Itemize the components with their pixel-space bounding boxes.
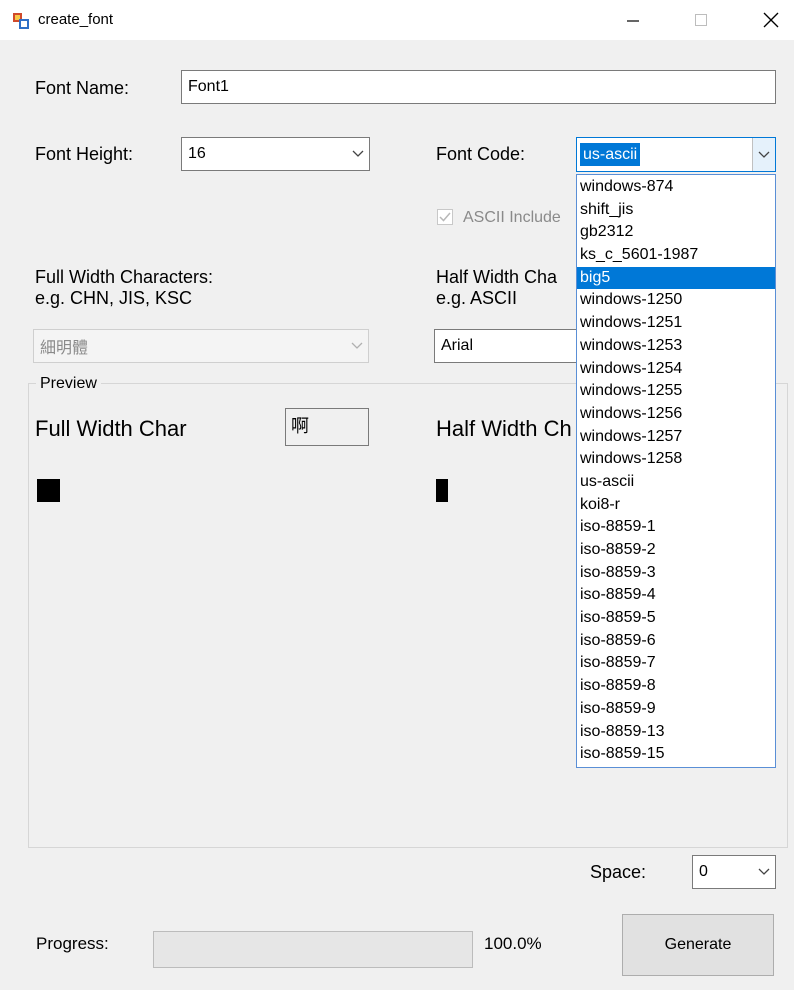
font-code-option[interactable]: windows-1255 [577, 380, 775, 403]
font-code-select[interactable]: us-ascii [576, 137, 776, 172]
chevron-down-icon [752, 138, 775, 171]
generate-button[interactable]: Generate [622, 914, 774, 976]
preview-group-title: Preview [36, 375, 101, 393]
chevron-down-icon [346, 330, 368, 362]
full-width-rendered-glyph [37, 479, 60, 502]
font-code-option[interactable]: iso-8859-5 [577, 607, 775, 630]
half-width-preview-label: Half Width Ch [436, 416, 572, 441]
font-code-option[interactable]: iso-8859-3 [577, 562, 775, 585]
half-width-label-line1: Half Width Cha [436, 267, 558, 287]
full-width-font-select[interactable]: 細明體 [33, 329, 369, 363]
font-code-option[interactable]: iso-8859-7 [577, 652, 775, 675]
font-code-option[interactable]: windows-1254 [577, 358, 775, 381]
half-width-label: Half Width Cha e.g. ASCII [436, 267, 557, 309]
chevron-down-icon [753, 856, 775, 888]
progress-bar [153, 931, 473, 968]
font-code-option[interactable]: koi8-r [577, 494, 775, 517]
font-code-option[interactable]: windows-1253 [577, 335, 775, 358]
font-code-option[interactable]: big5 [577, 266, 775, 290]
font-code-option[interactable]: windows-1250 [577, 289, 775, 312]
close-button[interactable] [748, 0, 794, 40]
app-icon [13, 13, 29, 29]
half-width-font-value: Arial [441, 337, 474, 354]
font-code-option[interactable]: windows-1256 [577, 403, 775, 426]
font-name-value: Font1 [188, 78, 229, 95]
font-height-select[interactable]: 16 [181, 137, 370, 171]
progress-percent: 100.0% [484, 934, 542, 953]
font-code-option[interactable]: iso-8859-1 [577, 516, 775, 539]
font-code-option[interactable]: gb2312 [577, 221, 775, 244]
font-code-option[interactable]: iso-8859-8 [577, 675, 775, 698]
create-font-window: create_font Font Name: Font1 Font Height… [0, 0, 794, 990]
half-width-rendered-glyph [436, 479, 448, 502]
half-width-font-select[interactable]: Arial [434, 329, 594, 363]
maximize-button[interactable] [678, 0, 724, 40]
ascii-include-label: ASCII Include [463, 209, 561, 226]
font-code-option[interactable]: windows-1251 [577, 312, 775, 335]
full-width-sample-box[interactable]: 啊 [285, 408, 369, 446]
font-code-option[interactable]: iso-8859-9 [577, 698, 775, 721]
font-code-option[interactable]: iso-8859-4 [577, 584, 775, 607]
window-title: create_font [38, 11, 114, 28]
font-code-option[interactable]: iso-8859-2 [577, 539, 775, 562]
half-width-label-line2: e.g. ASCII [436, 288, 518, 308]
full-width-label: Full Width Characters: e.g. CHN, JIS, KS… [35, 267, 213, 309]
font-code-option[interactable]: iso-8859-6 [577, 630, 775, 653]
progress-label: Progress: [36, 934, 109, 953]
minimize-icon [627, 20, 639, 22]
space-label: Space: [590, 862, 647, 882]
full-width-font-value: 細明體 [40, 340, 89, 357]
chevron-down-icon [347, 138, 369, 170]
full-width-label-line2: e.g. CHN, JIS, KSC [35, 288, 193, 308]
font-code-dropdown-list[interactable]: windows-874 shift_jis gb2312 ks_c_5601-1987… [576, 174, 776, 768]
full-width-label-line1: Full Width Characters: [35, 267, 214, 287]
font-height-value: 16 [188, 145, 206, 162]
font-code-option[interactable]: shift_jis [577, 199, 775, 222]
font-code-label: Font Code: [436, 144, 526, 164]
font-code-option[interactable]: windows-1258 [577, 448, 775, 471]
font-code-option[interactable]: windows-874 [577, 176, 775, 199]
close-icon [763, 12, 779, 28]
font-name-input[interactable]: Font1 [181, 70, 776, 104]
font-name-label: Font Name: [35, 78, 130, 98]
space-select[interactable]: 0 [692, 855, 776, 889]
ascii-include-checkbox[interactable] [437, 209, 453, 225]
progress-bar-fill [154, 932, 472, 967]
title-bar[interactable]: create_font [0, 0, 794, 40]
font-code-option[interactable]: iso-8859-13 [577, 721, 775, 744]
minimize-button[interactable] [610, 0, 656, 40]
maximize-icon [695, 14, 707, 26]
font-code-option[interactable]: ks_c_5601-1987 [577, 244, 775, 267]
font-height-label: Font Height: [35, 144, 134, 164]
check-icon [439, 212, 451, 222]
full-width-sample-char: 啊 [291, 416, 309, 436]
font-code-option[interactable]: windows-1257 [577, 426, 775, 449]
space-value: 0 [699, 863, 708, 880]
font-code-option[interactable]: us-ascii [577, 471, 775, 494]
font-code-option[interactable]: iso-8859-15 [577, 743, 775, 766]
full-width-preview-label: Full Width Char [35, 416, 187, 441]
font-code-value: us-ascii [580, 143, 641, 166]
